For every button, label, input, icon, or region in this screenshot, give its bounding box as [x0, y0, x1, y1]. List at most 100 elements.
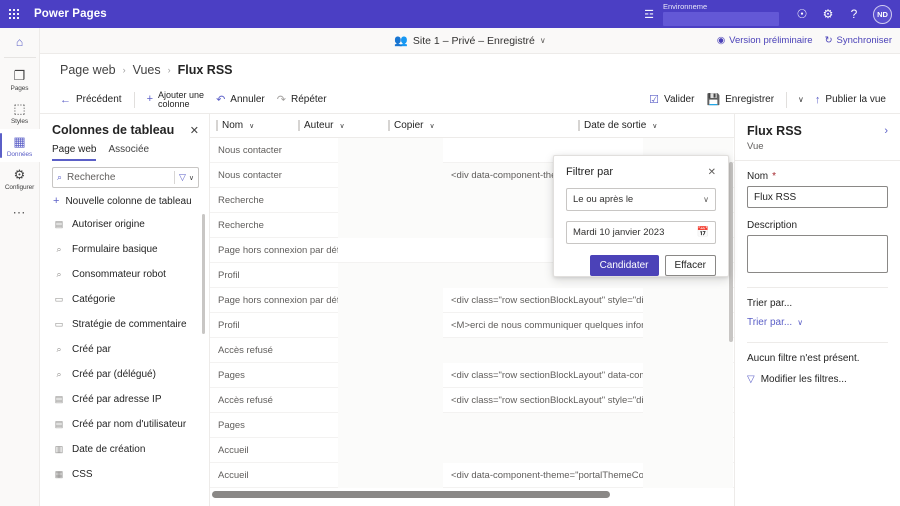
plus-icon: +: [53, 195, 60, 207]
filter-icon[interactable]: ▽: [179, 172, 186, 183]
app-launcher-icon[interactable]: [0, 9, 28, 19]
preview-button[interactable]: ◉ Version préliminaire: [717, 35, 813, 46]
list-item[interactable]: ▤ Créé par nom d'utilisateur: [53, 412, 209, 437]
rail-item-home[interactable]: ⌂: [0, 28, 40, 56]
text-field-icon: ▤: [54, 219, 64, 229]
settings-gear-icon[interactable]: ⚙: [815, 0, 841, 28]
table-row[interactable]: Accès refusé <div class="row sectionBloc…: [210, 387, 734, 413]
column-header-copier[interactable]: Copier ∨: [388, 114, 578, 137]
sidebar-item-configurer[interactable]: ⚙ Configurer: [0, 162, 40, 195]
columns-search-row: ⌕ Recherche ▽ ∨: [40, 161, 209, 188]
search-input[interactable]: ⌕ Recherche ▽ ∨: [52, 167, 199, 188]
environment-input[interactable]: [663, 11, 779, 26]
list-item[interactable]: ▦ CSS: [53, 462, 209, 486]
column-header-auteur[interactable]: Auteur ∨: [298, 114, 388, 137]
site-selector[interactable]: 👥 Site 1 – Privé – Enregistré ∨: [394, 34, 546, 48]
list-item[interactable]: ▭ Catégorie: [53, 287, 209, 312]
table-row[interactable]: Pages: [210, 412, 734, 438]
sync-button[interactable]: ↻ Synchroniser: [825, 35, 892, 46]
list-item[interactable]: ▥ Date de création: [53, 437, 209, 462]
apply-filter-button[interactable]: Candidater: [589, 255, 659, 276]
columns-list[interactable]: ▤ Autoriser origine ⌕ Formulaire basique ⌕…: [40, 212, 209, 486]
list-item[interactable]: ▭ Stratégie de commentaire: [53, 312, 209, 337]
filter-date-input[interactable]: Mardi 10 janvier 2023 📅: [566, 221, 716, 244]
breadcrumb-item-vues[interactable]: Vues: [133, 63, 161, 77]
calendar-icon[interactable]: 📅: [697, 227, 709, 238]
chevron-down-icon: ∨: [339, 122, 345, 130]
table-row[interactable]: Page hors connexion par défaut <div clas…: [210, 287, 734, 313]
back-button[interactable]: ← Précédent: [54, 91, 128, 109]
save-button[interactable]: 💾 Enregistrer: [700, 90, 780, 109]
tab-page-web[interactable]: Page web: [52, 144, 97, 161]
close-icon[interactable]: ✕: [708, 167, 716, 178]
grid-vertical-scrollbar[interactable]: [729, 162, 733, 342]
help-icon[interactable]: ?: [841, 0, 867, 28]
list-item[interactable]: ⌕ Créé par: [53, 337, 209, 362]
list-item-label: Créé par (délégué): [72, 369, 156, 380]
sidebar-item-styles[interactable]: ⬚ Styles: [0, 96, 40, 129]
name-field[interactable]: Flux RSS: [747, 186, 888, 208]
close-icon[interactable]: ✕: [190, 124, 199, 137]
tab-associee[interactable]: Associée: [108, 144, 149, 161]
clear-filter-button[interactable]: Effacer: [664, 255, 716, 276]
columns-list-scrollbar[interactable]: [202, 214, 205, 334]
back-label: Précédent: [76, 94, 122, 105]
redo-button[interactable]: ↷ Répéter: [271, 90, 333, 109]
cell-copier: <div data-component-theme="portalThemeCo…: [451, 469, 643, 481]
environment-selector[interactable]: ☲ Environneme: [641, 2, 779, 26]
choice-icon: ▭: [54, 319, 64, 329]
cell-nom: Recherche: [218, 194, 264, 206]
undo-button[interactable]: ↶ Annuler: [210, 90, 271, 109]
left-nav-rail: ⌂ ❐ Pages ⬚ Styles ▦ Données ⚙ Configure…: [0, 28, 40, 506]
site-label: Site 1 – Privé – Enregistré: [412, 34, 535, 47]
publish-view-button[interactable]: ↑ Publier la vue: [809, 91, 892, 109]
cell-auteur: [338, 212, 443, 238]
grid-horizontal-scrollbar[interactable]: [210, 488, 734, 500]
cell-nom: Accès refusé: [218, 394, 273, 406]
cell-auteur: [338, 362, 443, 388]
cell-auteur: [338, 437, 443, 463]
list-item[interactable]: ⌕ Formulaire basique: [53, 237, 209, 262]
cell-copier: <div class="row sectionBlockLayout" styl…: [451, 394, 643, 406]
rail-more-icon[interactable]: ⋯: [13, 195, 27, 231]
column-header-nom[interactable]: Nom ∨: [210, 114, 298, 137]
table-row[interactable]: Profil <M>erci de nous communiquer quelq…: [210, 312, 734, 338]
new-table-column-button[interactable]: + Nouvelle colonne de tableau: [40, 188, 209, 212]
breadcrumb-item-page-web[interactable]: Page web: [60, 63, 116, 77]
edit-filters-button[interactable]: ▽ Modifier les filtres...: [747, 374, 888, 385]
table-row[interactable]: Accès refusé: [210, 337, 734, 363]
columns-panel-tabs: Page web Associée: [40, 141, 209, 161]
brand-title[interactable]: Power Pages: [34, 8, 107, 20]
description-label-text: Description: [747, 220, 798, 231]
save-dropdown-caret-icon[interactable]: ∨: [793, 95, 809, 104]
avatar[interactable]: ND: [873, 4, 892, 24]
text-field-icon: ▤: [54, 394, 64, 404]
search-placeholder: Recherche: [67, 172, 116, 183]
table-row[interactable]: Accueil <div data-component-theme="porta…: [210, 462, 734, 488]
chevron-down-icon[interactable]: ∨: [189, 174, 194, 182]
table-row[interactable]: Accueil: [210, 437, 734, 463]
list-item-label: CSS: [72, 469, 93, 480]
column-header-date-de-sortie[interactable]: Date de sortie ∨: [578, 114, 728, 137]
filter-operator-select[interactable]: Le ou après le ∨: [566, 188, 716, 211]
list-item[interactable]: ⌕ Créé par (délégué): [53, 362, 209, 387]
validate-button[interactable]: ☑ Valider: [643, 90, 700, 109]
choice-icon: ▭: [54, 294, 64, 304]
list-item[interactable]: ▤ Créé par adresse IP: [53, 387, 209, 412]
list-item-label: Consommateur robot: [72, 269, 166, 280]
description-field[interactable]: [747, 235, 888, 273]
chevron-down-icon: ∨: [797, 318, 804, 327]
cell-copier: <div class="row sectionBlockLayout" styl…: [451, 294, 643, 306]
expand-chevron-icon[interactable]: ›: [884, 125, 888, 137]
table-row[interactable]: Pages <div class="row sectionBlockLayout…: [210, 362, 734, 388]
sidebar-item-pages[interactable]: ❐ Pages: [0, 63, 40, 96]
notification-icon[interactable]: ☉: [789, 0, 815, 28]
sort-by-dropdown[interactable]: Trier par... ∨: [747, 317, 803, 328]
list-item[interactable]: ⌕ Consommateur robot: [53, 262, 209, 287]
cell-date: [643, 362, 733, 388]
scrollbar-thumb[interactable]: [212, 491, 610, 498]
sidebar-item-donnees[interactable]: ▦ Données: [0, 129, 40, 162]
add-column-button[interactable]: + Ajouter une colonne: [141, 88, 210, 112]
cell-copier: <M>erci de nous communiquer quelques inf…: [451, 319, 643, 331]
list-item[interactable]: ▤ Autoriser origine: [53, 212, 209, 237]
